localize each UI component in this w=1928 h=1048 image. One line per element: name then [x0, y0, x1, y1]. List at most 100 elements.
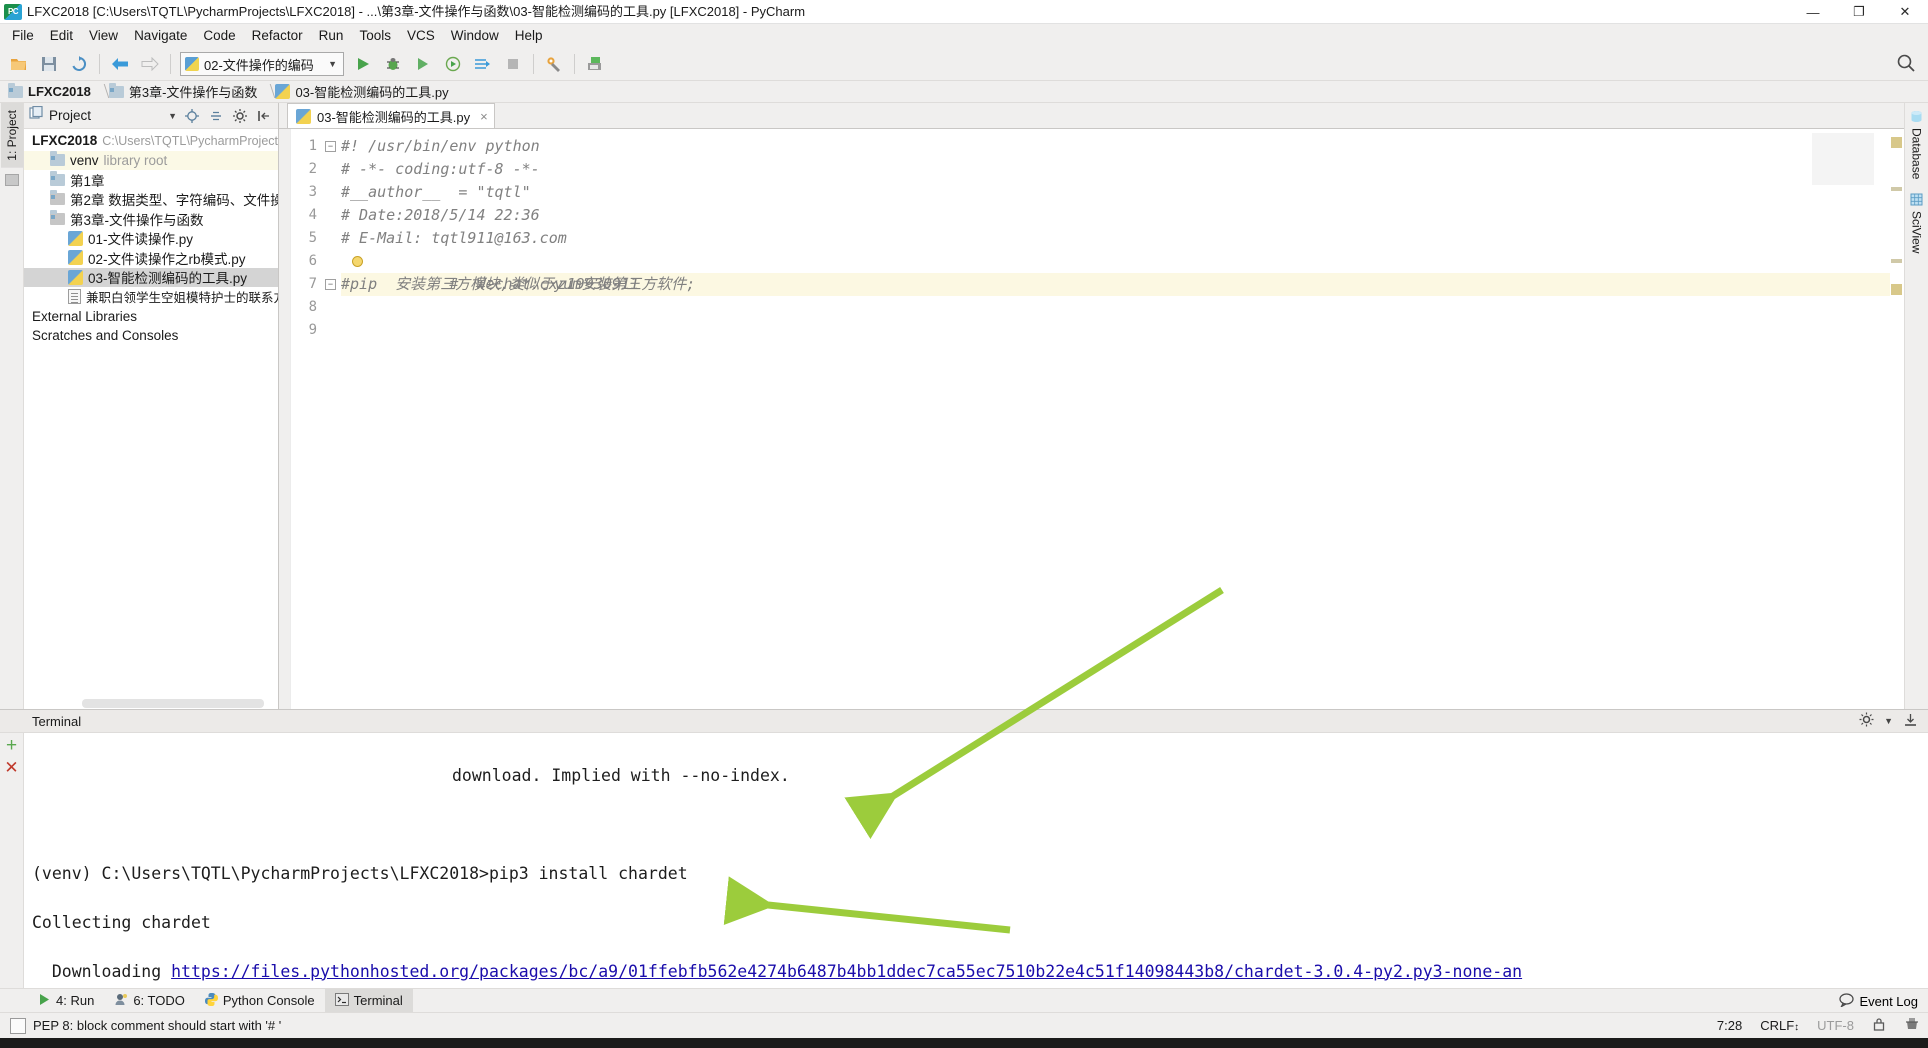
tool-button-run[interactable]: 4: Run [28, 989, 104, 1012]
forward-arrow-icon[interactable] [136, 51, 164, 77]
line-separator-indicator[interactable]: CRLF↕ [1760, 1018, 1799, 1033]
event-log-button[interactable]: Event Log [1839, 989, 1918, 1013]
menu-code[interactable]: Code [195, 24, 243, 48]
close-tab-x-icon[interactable]: ✕ [4, 759, 18, 776]
sidebar-item-database[interactable]: Database [1906, 103, 1928, 186]
sync-refresh-icon[interactable] [65, 51, 93, 77]
main-body: 1: Project Project ▼ LFXC2018 C:\Users\T… [0, 103, 1928, 709]
menu-tools[interactable]: Tools [351, 24, 399, 48]
menu-view[interactable]: View [81, 24, 126, 48]
sidebar-item-sciview[interactable]: SciView [1906, 186, 1928, 260]
code-editor[interactable]: 1 2 3 4 5 6 7 8 9 − − #! /usr/bin/env py… [279, 129, 1904, 709]
gear-icon[interactable] [231, 107, 249, 125]
chevron-down-icon[interactable]: ▼ [168, 111, 177, 121]
add-tab-plus-icon[interactable]: + [6, 736, 17, 755]
main-toolbar: 02-文件操作的编码 ▼ [0, 48, 1928, 81]
hide-panel-icon[interactable] [1903, 712, 1918, 730]
marker-warning[interactable] [1891, 284, 1902, 295]
menu-window[interactable]: Window [443, 24, 507, 48]
fold-marker-icon[interactable]: − [325, 141, 336, 152]
tree-node-chapter2[interactable]: 第2章 数据类型、字符编码、文件操作 [24, 190, 278, 210]
sidebar-item-project-tab[interactable]: 1: Project [0, 103, 23, 168]
python-file-icon [296, 108, 311, 124]
tree-node-file-01[interactable]: 01-文件读操作.py [24, 229, 278, 249]
maximize-button[interactable]: ❐ [1836, 0, 1882, 24]
line-number: 9 [308, 322, 317, 338]
project-tree[interactable]: LFXC2018 C:\Users\TQTL\PycharmProjects\L… [24, 129, 278, 709]
tool-button-todo[interactable]: 6: TODO [104, 989, 195, 1012]
run-configuration-selector[interactable]: 02-文件操作的编码 ▼ [180, 52, 344, 76]
breadcrumb-item-folder[interactable]: 第3章-文件操作与函数 [95, 82, 262, 101]
code-folding-gutter[interactable]: − − [321, 129, 341, 709]
debug-icon[interactable] [379, 51, 407, 77]
hide-panel-icon[interactable] [255, 107, 273, 125]
search-everywhere-icon[interactable] [1896, 53, 1916, 78]
inspection-hector-icon[interactable] [1904, 1016, 1920, 1035]
stop-icon[interactable] [499, 51, 527, 77]
close-button[interactable]: ✕ [1882, 0, 1928, 24]
back-arrow-icon[interactable] [106, 51, 134, 77]
save-all-icon[interactable] [35, 51, 63, 77]
tree-node-venv[interactable]: venv library root [24, 150, 278, 170]
fold-marker-icon[interactable]: − [325, 279, 336, 290]
locate-target-icon[interactable] [183, 107, 201, 125]
tool-window-bar: 4: Run 6: TODO Python Console Terminal E… [0, 988, 1928, 1012]
tree-node-chapter1[interactable]: 第1章 [24, 170, 278, 190]
download-url-link[interactable]: https://files.pythonhosted.org/packages/… [171, 962, 1522, 981]
tree-node-chapter3[interactable]: 第3章-文件操作与函数 [24, 209, 278, 229]
tree-node-scratches[interactable]: Scratches and Consoles [24, 326, 278, 346]
editor-left-gutter [279, 129, 291, 709]
menu-vcs[interactable]: VCS [399, 24, 443, 48]
python-file-icon [68, 250, 83, 266]
coverage-icon[interactable] [409, 51, 437, 77]
menu-help[interactable]: Help [507, 24, 551, 48]
marker-stripe[interactable] [1891, 187, 1902, 191]
menu-run[interactable]: Run [311, 24, 352, 48]
open-folder-icon[interactable] [5, 51, 33, 77]
encoding-indicator[interactable]: UTF-8 [1817, 1018, 1854, 1033]
chevron-down-icon[interactable]: ▼ [1884, 716, 1893, 726]
intention-bulb-icon[interactable] [352, 256, 363, 267]
tool-button-terminal[interactable]: Terminal [324, 989, 413, 1012]
collapse-all-icon[interactable] [207, 107, 225, 125]
close-icon[interactable]: × [480, 109, 488, 124]
tree-node-external-libraries[interactable]: External Libraries [24, 307, 278, 327]
marker-stripe[interactable] [1891, 259, 1902, 263]
menu-edit[interactable]: Edit [42, 24, 81, 48]
window-controls: — ❐ ✕ [1790, 0, 1928, 24]
tree-node-file-txt[interactable]: 兼职白领学生空姐模特护士的联系方式.txt [24, 287, 278, 307]
tree-node-file-03[interactable]: 03-智能检测编码的工具.py [24, 267, 278, 287]
terminal-output[interactable]: download. Implied with --no-index. (venv… [24, 733, 1928, 988]
tree-label-9: External Libraries [32, 308, 138, 324]
tree-node-root[interactable]: LFXC2018 C:\Users\TQTL\PycharmProjects\L… [24, 131, 278, 151]
code-text-area[interactable]: #! /usr/bin/env python # -*- coding:utf-… [341, 129, 1890, 709]
breadcrumb-item-project[interactable]: LFXC2018 [8, 82, 95, 99]
tool-button-python-console[interactable]: Python Console [195, 989, 325, 1012]
settings-wrench-icon[interactable] [540, 51, 568, 77]
menu-navigate[interactable]: Navigate [126, 24, 195, 48]
tree-node-file-02[interactable]: 02-文件读操作之rb模式.py [24, 248, 278, 268]
minimize-button[interactable]: — [1790, 0, 1836, 24]
deploy-icon[interactable] [581, 51, 609, 77]
tool-button-label: 4: Run [56, 993, 95, 1008]
run-icon[interactable] [349, 51, 377, 77]
line-number: 5 [308, 230, 317, 246]
step-over-icon[interactable] [469, 51, 497, 77]
terminal-header-tools: ▼ [1859, 712, 1918, 730]
breadcrumb-item-file[interactable]: 03-智能检测编码的工具.py [261, 82, 452, 101]
title-bar: LFXC2018 [C:\Users\TQTL\PycharmProjects\… [0, 0, 1928, 24]
editor-tab-active[interactable]: 03-智能检测编码的工具.py × [287, 103, 495, 128]
collapse-strip-icon[interactable] [4, 173, 19, 186]
menu-refactor[interactable]: Refactor [244, 24, 311, 48]
gear-icon[interactable] [1859, 712, 1874, 730]
caret-position[interactable]: 7:28 [1717, 1018, 1742, 1033]
status-message: PEP 8: block comment should start with '… [33, 1018, 282, 1033]
profile-icon[interactable] [439, 51, 467, 77]
editor-marker-gutter[interactable] [1890, 129, 1904, 709]
menu-file[interactable]: File [4, 24, 42, 48]
project-tree-horizontal-scrollbar[interactable] [82, 699, 264, 708]
lock-icon[interactable] [1872, 1017, 1886, 1035]
marker-warning[interactable] [1891, 137, 1902, 148]
